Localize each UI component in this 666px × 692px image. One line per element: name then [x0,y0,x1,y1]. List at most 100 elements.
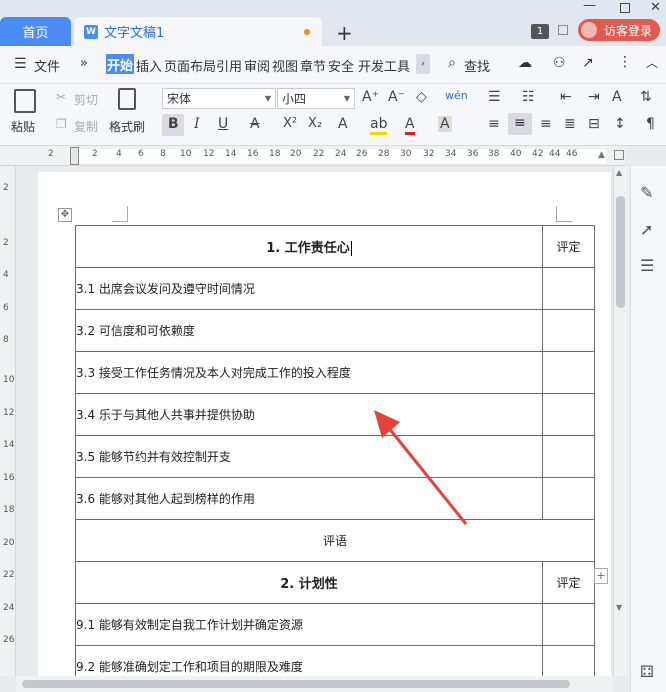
align-left-icon[interactable]: ≡ [488,116,500,132]
share-icon[interactable]: ↗ [582,55,594,71]
vertical-scroll-thumb[interactable] [616,196,625,308]
menu-developer[interactable]: 开发工具 [358,56,410,75]
collaborate-icon[interactable]: ⚇ [553,55,566,71]
increase-font-icon[interactable]: A⁺ [362,89,379,105]
decrease-indent-icon[interactable]: ⇤ [560,89,572,105]
chinese-layout-icon[interactable]: A [612,89,622,105]
table-row[interactable]: 3.4 乐于与其他人共事并提供协助 [75,393,595,436]
evaluation-table[interactable]: 1. 工作责任心 评定 3.1 出席会议发问及遵守时间情况 3.2 可信度和可依… [75,225,595,688]
copy-button[interactable]: 复制 [74,118,98,135]
rating-cell[interactable] [542,477,595,520]
justify-icon[interactable]: ≣ [564,116,576,132]
cut-button[interactable]: 剪切 [74,91,98,108]
increase-indent-icon[interactable]: ⇥ [588,89,600,105]
menu-chapter[interactable]: 章节 [300,56,326,75]
table-row[interactable]: 3.5 能够节约并有效控制开支 [75,435,595,478]
horizontal-scroll-thumb[interactable] [22,680,570,688]
text-effect-icon[interactable]: A [338,116,348,132]
font-size-select[interactable]: 小四 ▼ [277,88,355,109]
clear-format-icon[interactable]: ◇ [416,89,427,105]
new-tab-button[interactable]: + [336,21,353,45]
menu-more[interactable]: » [80,56,88,71]
format-painter-button[interactable]: 格式刷 [109,118,145,135]
pen-icon[interactable]: ✎ [640,183,653,202]
menu-review[interactable]: 审阅 [244,56,270,75]
right-indent-marker-icon[interactable]: ▲ [598,150,605,160]
item-cell[interactable]: 3.5 能够节约并有效控制开支 [75,435,543,478]
strikethrough-icon[interactable]: A [250,116,260,132]
table-row[interactable]: 3.1 出席会议发问及遵守时间情况 [75,267,595,310]
menu-scroll-right-icon[interactable]: › [416,54,430,74]
tab-home[interactable]: 首页 [0,17,71,46]
comments-cell[interactable]: 评语 [75,519,595,562]
table-row[interactable]: 3.2 可信度和可依赖度 [75,309,595,352]
italic-button[interactable]: I [194,116,200,132]
align-right-icon[interactable]: ≡ [540,116,552,132]
layout-toggle-icon[interactable]: ⚃ [640,662,654,681]
restore-window-icon[interactable] [558,25,568,35]
numbered-list-icon[interactable]: ☷ [522,89,535,105]
table-row[interactable]: 1. 工作责任心 评定 [75,225,595,268]
line-spacing-icon[interactable]: ↕ [614,116,626,132]
paste-icon[interactable] [14,89,36,113]
table-move-handle-icon[interactable]: ✥ [58,208,72,222]
hamburger-icon[interactable]: ☰ [14,56,27,72]
menu-insert[interactable]: 插入 [136,56,162,75]
decrease-font-icon[interactable]: A⁻ [388,89,405,105]
rating-cell[interactable] [542,393,595,436]
indent-marker-icon[interactable] [70,147,79,165]
menu-view[interactable]: 视图 [272,56,298,75]
scroll-up-icon[interactable]: ▲ [616,168,622,177]
menu-security[interactable]: 安全 [328,56,354,75]
table-row[interactable]: 3.6 能够对其他人起到榜样的作用 [75,477,595,520]
phonetic-guide-icon[interactable]: wén [445,89,468,102]
table-row[interactable]: 3.3 接受工作任务情况及本人对完成工作的投入程度 [75,351,595,394]
bold-button[interactable]: B [168,116,179,132]
add-column-icon[interactable]: + [594,568,608,584]
font-name-select[interactable]: 宋体 ▼ [162,88,276,109]
menu-file[interactable]: 文件 [34,56,60,75]
rating-cell[interactable] [542,309,595,352]
table-row[interactable]: 评语 [75,519,595,562]
menu-references[interactable]: 引用 [216,56,242,75]
item-cell[interactable]: 3.6 能够对其他人起到榜样的作用 [75,477,543,520]
align-center-icon[interactable]: ≡ [508,113,532,135]
rating-cell[interactable] [542,351,595,394]
close-icon[interactable]: ✕ [650,0,661,15]
item-cell[interactable]: 3.1 出席会议发问及遵守时间情况 [75,267,543,310]
more-options-icon[interactable]: ⋮ [618,54,632,70]
rating-header-cell[interactable]: 评定 [542,225,595,268]
tab-document[interactable]: W 文字文稿1 [74,17,322,46]
scroll-down-icon[interactable]: ▼ [616,603,622,612]
char-shading-icon[interactable]: A [438,116,452,132]
bullet-list-icon[interactable]: ☰ [488,89,501,105]
sort-icon[interactable]: ⇅ [640,89,652,105]
ruler-toggle-icon[interactable] [614,150,624,160]
font-color-icon[interactable]: A [405,116,415,135]
collapse-ribbon-icon[interactable]: ︿ [646,54,658,71]
table-row[interactable]: 2. 计划性 评定 [75,561,595,604]
section-title-cell[interactable]: 1. 工作责任心 [75,225,543,268]
subscript-button[interactable]: X₂ [308,116,322,131]
search-button[interactable]: 查找 [464,56,490,75]
table-row[interactable]: 9.1 能够有效制定自我工作计划并确定资源 [75,603,595,646]
rating-cell[interactable] [542,603,595,646]
item-cell[interactable]: 3.3 接受工作任务情况及本人对完成工作的投入程度 [75,351,543,394]
paste-button[interactable]: 粘贴 [11,118,35,135]
maximize-icon[interactable] [620,3,630,13]
guest-login-button[interactable]: 访客登录 [578,19,660,41]
distributed-align-icon[interactable]: ⊟ [588,116,600,132]
highlight-icon[interactable]: ab [370,116,388,135]
menu-start[interactable]: 开始 [106,54,134,74]
cloud-sync-icon[interactable]: ☁ [518,55,532,71]
rating-cell[interactable] [542,435,595,478]
menu-page-layout[interactable]: 页面布局 [164,56,216,75]
paragraph-settings-icon[interactable]: ¶ [646,116,655,132]
item-cell[interactable]: 3.2 可信度和可依赖度 [75,309,543,352]
settings-sliders-icon[interactable]: ☰ [640,256,654,275]
select-cursor-icon[interactable]: ➚ [640,220,653,239]
rating-header-cell[interactable]: 评定 [542,561,595,604]
window-count-badge[interactable]: 1 [531,24,549,39]
underline-button[interactable]: U [218,116,228,132]
minimize-icon[interactable]: — [583,0,596,13]
